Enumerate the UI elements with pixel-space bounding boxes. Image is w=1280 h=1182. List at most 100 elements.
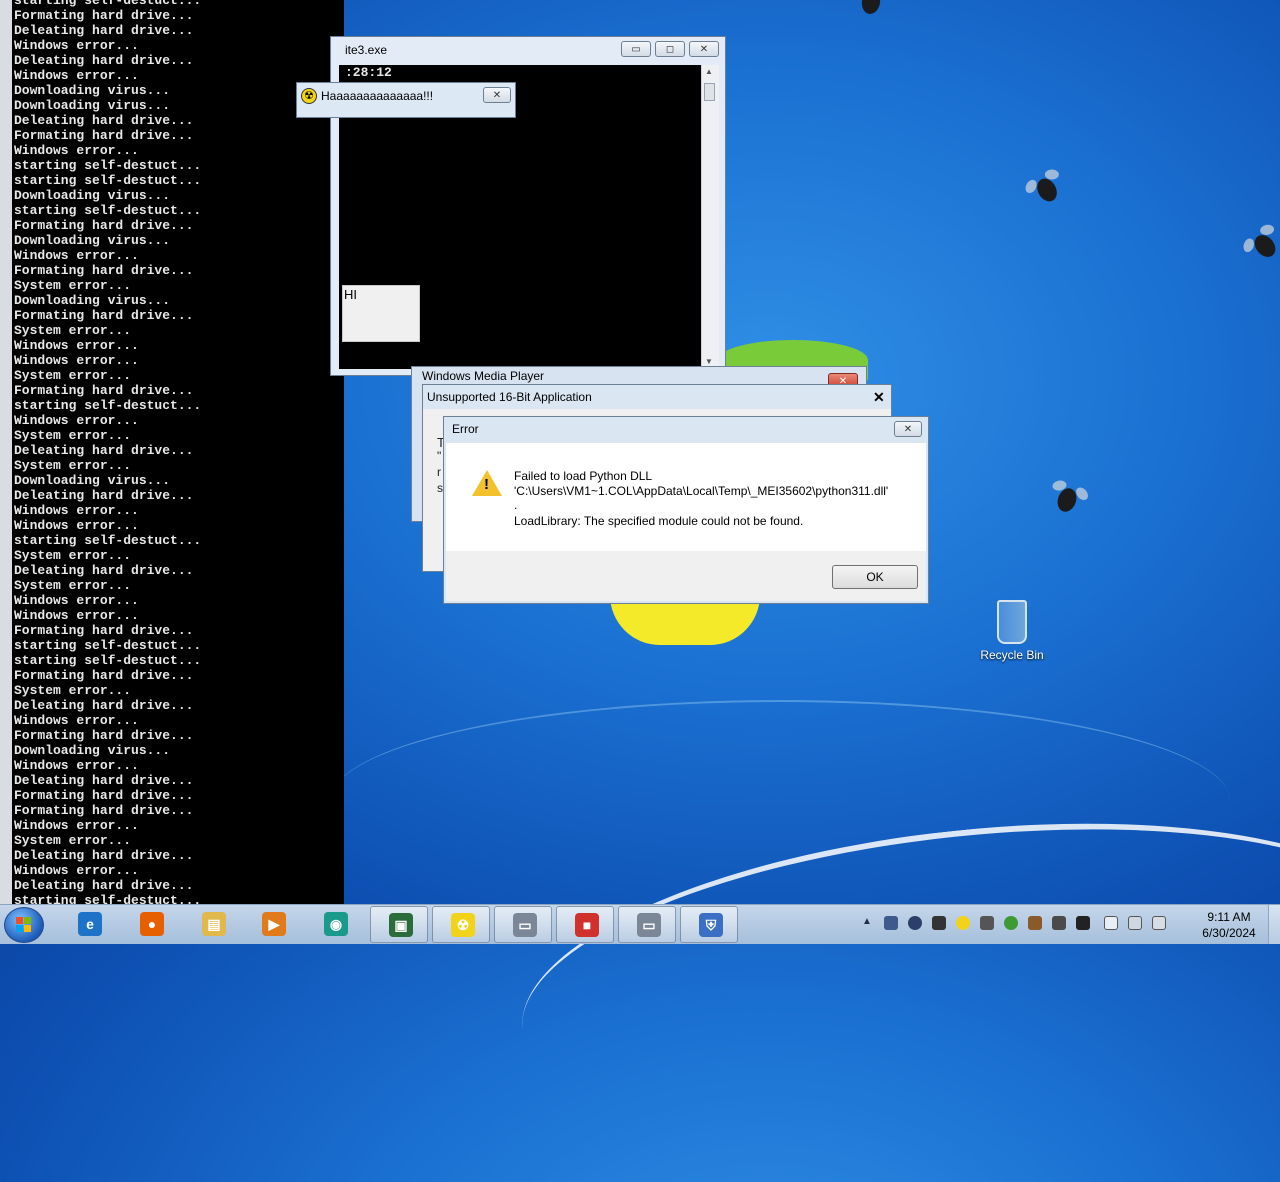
console-line: Deleating hard drive...	[14, 878, 194, 893]
console-line: starting self-destuct...	[14, 173, 202, 188]
console-line: Formating hard drive...	[14, 383, 194, 398]
unsupported-text-fragment: "	[437, 449, 442, 463]
console-line: Deleating hard drive...	[14, 698, 194, 713]
windows-logo-icon	[16, 917, 32, 933]
console-line: starting self-destuct...	[14, 638, 202, 653]
console-line: starting self-destuct...	[14, 158, 202, 173]
console-line: Windows error...	[14, 518, 139, 533]
taskbar-item-shield-app[interactable]: ⛨	[680, 906, 738, 943]
console-line: Windows error...	[14, 353, 139, 368]
clock[interactable]: 9:11 AM 6/30/2024	[1196, 909, 1262, 941]
hi-text: HI	[344, 287, 357, 302]
taskbar-item-internet-explorer[interactable]: e	[60, 906, 118, 943]
console-line: System error...	[14, 683, 132, 698]
gear-icon[interactable]	[932, 916, 946, 930]
scroll-up-icon[interactable]: ▲	[705, 67, 715, 77]
console2-output: :28:12	[345, 65, 392, 80]
console-line: Formating hard drive...	[14, 263, 194, 278]
console-line: starting self-destuct...	[14, 398, 202, 413]
minimize-button[interactable]: ▭	[621, 41, 651, 57]
system-tray: ▲	[860, 905, 1200, 943]
taskbar-item-exe-app-1[interactable]: ▭	[494, 906, 552, 943]
vertical-scrollbar[interactable]: ▲ ▼	[701, 65, 719, 369]
radiation-app-icon: ☢	[451, 913, 475, 937]
start-button[interactable]	[4, 907, 44, 943]
taskbar-item-radiation-app[interactable]: ☢	[432, 906, 490, 943]
error-body: ! Failed to load Python DLL 'C:\Users\VM…	[446, 443, 926, 551]
radiation-icon[interactable]	[956, 916, 970, 930]
console-line: starting self-destuct...	[14, 653, 202, 668]
taskbar-item-shapes-app[interactable]: ■	[556, 906, 614, 943]
network-icon[interactable]	[884, 916, 898, 930]
haa-window[interactable]: ☢ Haaaaaaaaaaaaaa!!! ✕	[296, 82, 516, 118]
scroll-thumb[interactable]	[704, 83, 715, 101]
close-button[interactable]: ✕	[689, 41, 719, 57]
app-tray-icon[interactable]	[980, 916, 994, 930]
console-line: Downloading virus...	[14, 293, 171, 308]
haa-title: Haaaaaaaaaaaaaa!!!	[321, 89, 434, 103]
error-footer: OK	[446, 551, 926, 601]
console-line: Downloading virus...	[14, 188, 171, 203]
taskbar-item-media-player[interactable]: ▶	[244, 906, 302, 943]
internet-explorer-icon: e	[78, 912, 102, 936]
console2-title: ite3.exe	[345, 43, 388, 57]
taskbar-item-console-app[interactable]: ▣	[370, 906, 428, 943]
shield-app-icon: ⛨	[699, 913, 723, 937]
sync-icon[interactable]	[908, 916, 922, 930]
console-line: System error...	[14, 278, 132, 293]
exe-app-2-icon: ▭	[637, 913, 661, 937]
error-dialog[interactable]: Error ✕ ! Failed to load Python DLL 'C:\…	[443, 416, 929, 604]
unsupported-titlebar[interactable]: Unsupported 16-Bit Application ✕	[423, 385, 891, 409]
console-line: Windows error...	[14, 758, 139, 773]
console-line: Deleating hard drive...	[14, 53, 194, 68]
display-icon[interactable]	[1128, 916, 1142, 930]
taskbar-item-globe-app[interactable]: ◉	[306, 906, 364, 943]
console-line: Windows error...	[14, 608, 139, 623]
close-button[interactable]: ✕	[873, 385, 885, 409]
ok-button[interactable]: OK	[832, 565, 918, 589]
show-hidden-icons-button[interactable]: ▲	[862, 916, 872, 927]
recycle-bin[interactable]: Recycle Bin	[976, 600, 1048, 662]
volume-muted-icon[interactable]	[1152, 916, 1166, 930]
console-line: System error...	[14, 548, 132, 563]
console-line: Downloading virus...	[14, 98, 171, 113]
console-line: Windows error...	[14, 863, 139, 878]
console-line: Windows error...	[14, 143, 139, 158]
console-line: System error...	[14, 323, 132, 338]
console-output: starting self-destuct... Formating hard d…	[12, 0, 344, 904]
taskbar-item-firefox[interactable]: ●	[122, 906, 180, 943]
taskbar-item-file-explorer[interactable]: ▤	[184, 906, 242, 943]
console-line: Windows error...	[14, 713, 139, 728]
close-button[interactable]: ✕	[483, 87, 511, 103]
recycle-bin-icon	[997, 600, 1027, 644]
globe-app-icon: ◉	[324, 912, 348, 936]
error-message-path: 'C:\Users\VM1~1.COL\AppData\Local\Temp\_…	[514, 484, 889, 498]
console-window[interactable]: starting self-destuct... Formating hard d…	[0, 0, 344, 904]
show-desktop-button[interactable]	[1268, 905, 1280, 944]
error-titlebar[interactable]: Error ✕	[444, 417, 928, 441]
taskbar-item-exe-app-2[interactable]: ▭	[618, 906, 676, 943]
console-line: starting self-destuct...	[14, 0, 202, 8]
console-line: Formating hard drive...	[14, 218, 194, 233]
close-button[interactable]: ✕	[894, 421, 922, 437]
unsupported-title: Unsupported 16-Bit Application	[427, 390, 592, 404]
haa-titlebar[interactable]: ☢ Haaaaaaaaaaaaaa!!! ✕	[297, 83, 515, 109]
fly-icon[interactable]	[1076, 916, 1090, 930]
globe-icon[interactable]	[1004, 916, 1018, 930]
radiation-icon: ☢	[301, 88, 317, 104]
console-line: Formating hard drive...	[14, 308, 194, 323]
console-line: Deleating hard drive...	[14, 773, 194, 788]
console-line: Formating hard drive...	[14, 8, 194, 23]
console-line: starting self-destuct...	[14, 893, 202, 904]
console2-titlebar[interactable]: ite3.exe ▭ ◻ ✕	[331, 37, 725, 63]
console-line: Formating hard drive...	[14, 668, 194, 683]
console-line: Downloading virus...	[14, 743, 171, 758]
console-line: System error...	[14, 428, 132, 443]
flag-icon[interactable]	[1104, 916, 1118, 930]
cloud-icon[interactable]	[1052, 916, 1066, 930]
console-line: Deleating hard drive...	[14, 113, 194, 128]
media-player-icon: ▶	[262, 912, 286, 936]
maximize-button[interactable]: ◻	[655, 41, 685, 57]
hi-window[interactable]: HI	[342, 285, 420, 342]
package-icon[interactable]	[1028, 916, 1042, 930]
